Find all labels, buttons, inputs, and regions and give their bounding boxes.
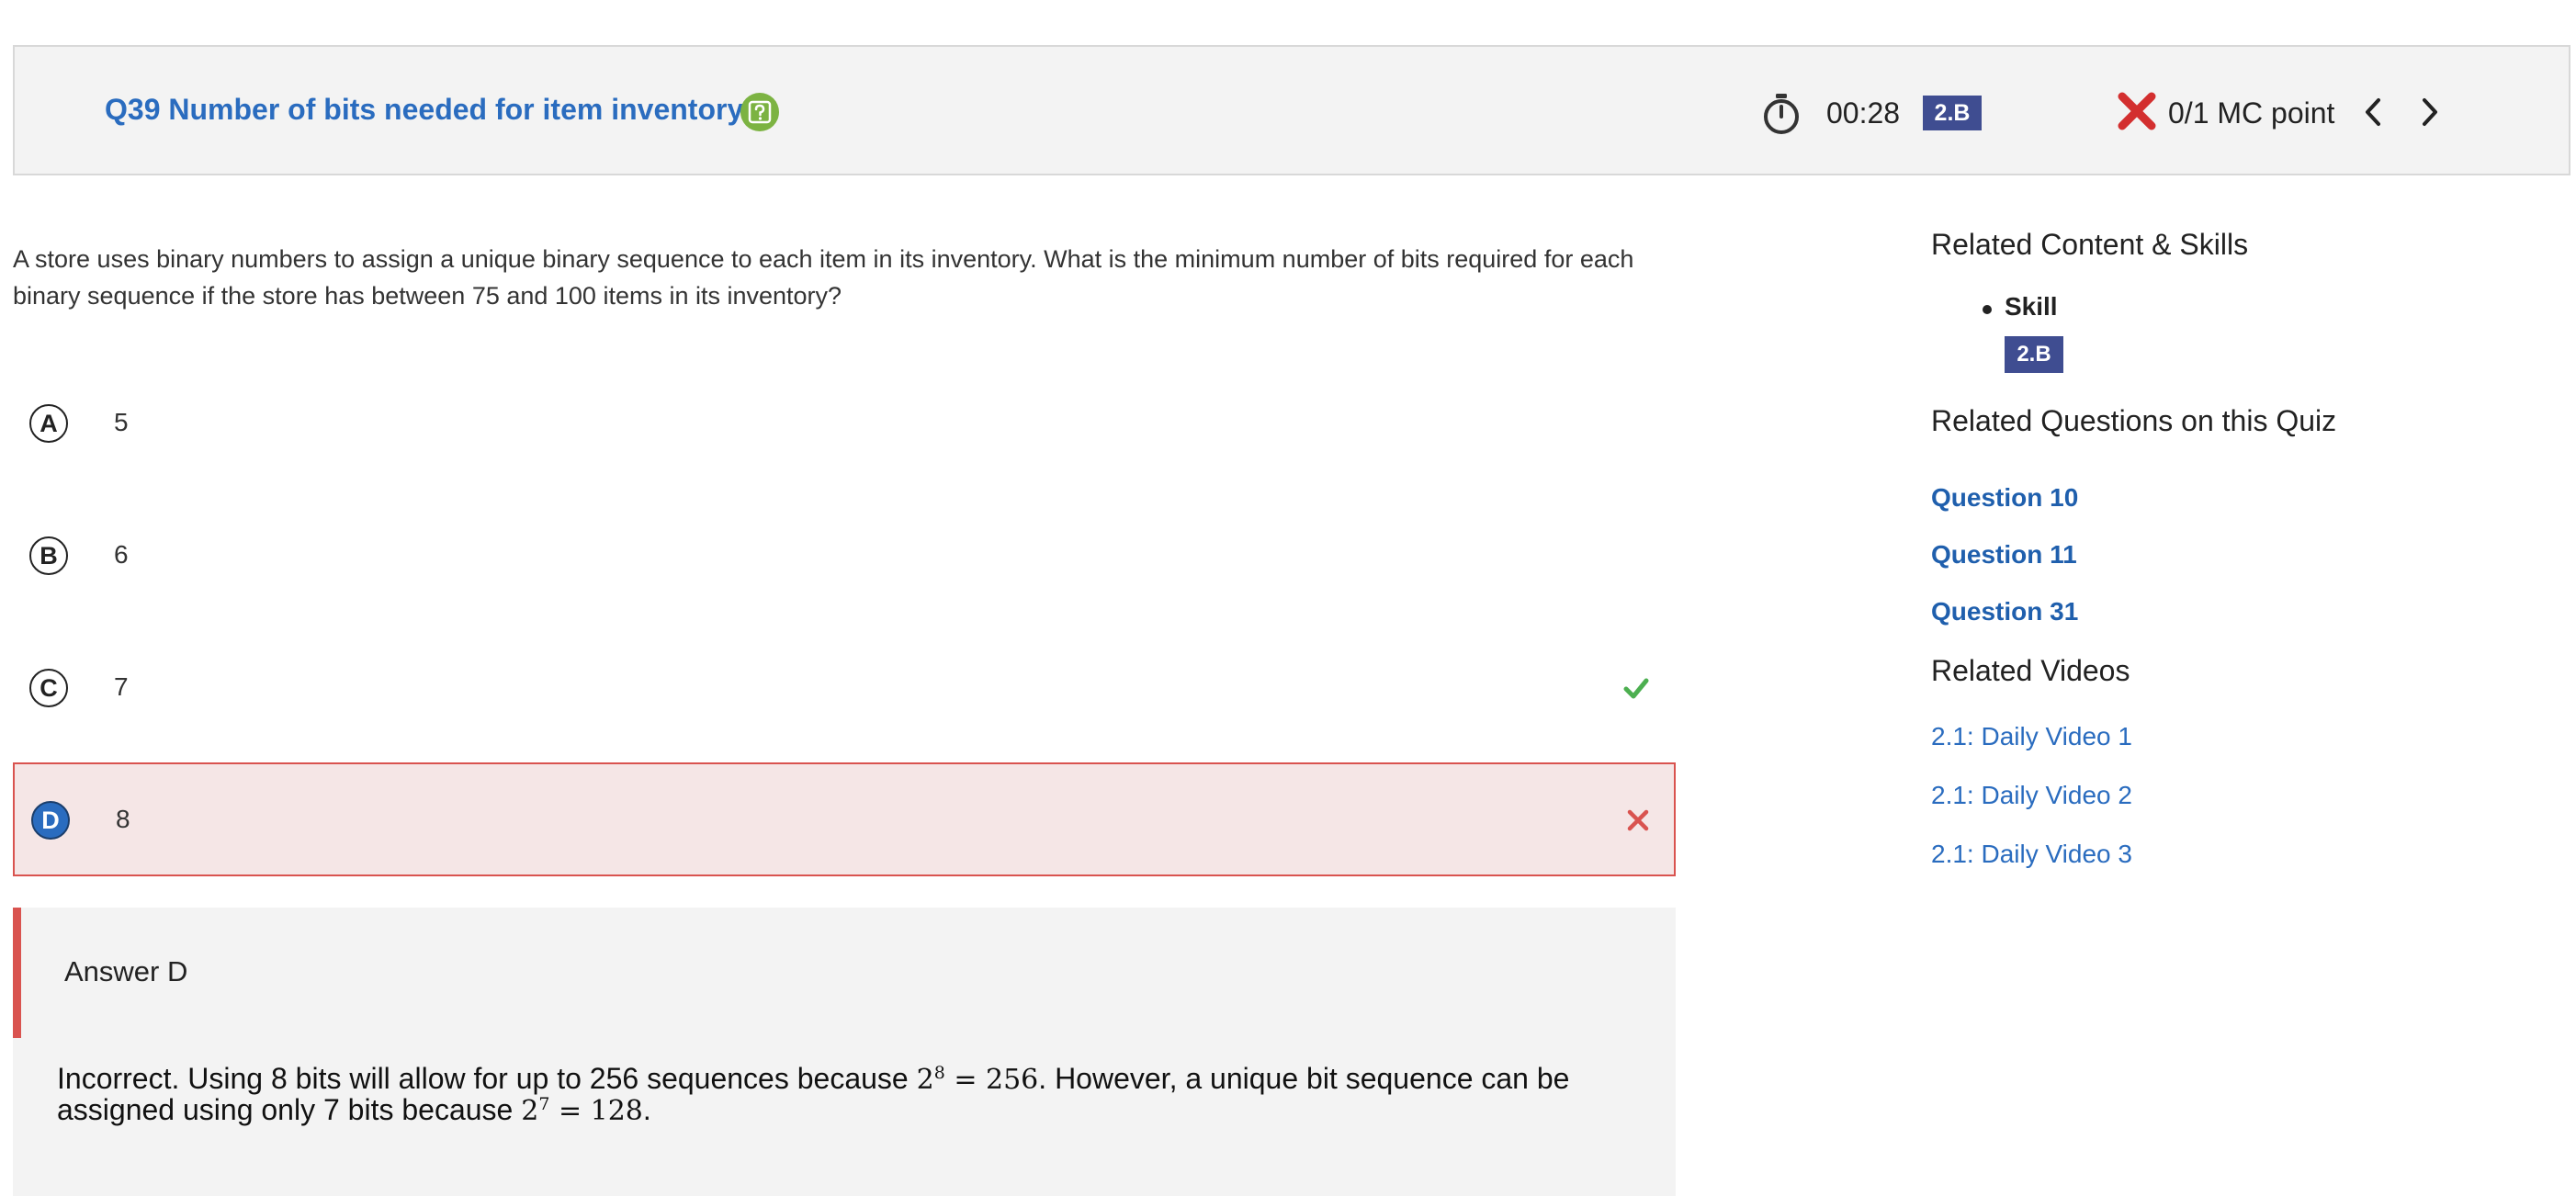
related-questions-heading: Related Questions on this Quiz	[1931, 404, 2337, 437]
help-question-icon[interactable]	[740, 93, 779, 131]
related-question-link[interactable]: Question 10	[1931, 483, 2078, 513]
question-title[interactable]: Q39 Number of bits needed for item inven…	[105, 93, 743, 127]
option-text-c: 7	[114, 672, 129, 701]
option-letter-a: A	[29, 404, 68, 443]
related-videos-heading: Related Videos	[1931, 654, 2130, 687]
related-video-link[interactable]: 2.1: Daily Video 2	[1931, 781, 2132, 810]
skill-badge: 2.B	[1923, 96, 1982, 130]
answer-explanation-text: Incorrect. Using 8 bits will allow for u…	[57, 1062, 1655, 1127]
chevron-left-icon[interactable]	[2357, 95, 2389, 130]
explanation-part-3: .	[642, 1093, 651, 1126]
question-header-bar: Q39 Number of bits needed for item inven…	[13, 45, 2570, 175]
answer-explanation-panel: Answer D Incorrect. Using 8 bits will al…	[13, 908, 1676, 1196]
question-stem: A store uses binary numbers to assign a …	[13, 245, 1634, 310]
stopwatch-icon	[1764, 94, 1799, 134]
skill-badge: 2.B	[2005, 336, 2063, 373]
option-letter-c: C	[29, 669, 68, 707]
timer-readout: 00:28	[1826, 96, 1901, 130]
math-expression-2: 27 = 128	[521, 1094, 643, 1127]
option-letter-d: D	[31, 801, 70, 840]
option-text-a: 5	[114, 408, 129, 436]
option-text-b: 6	[114, 540, 129, 569]
option-letter-b: B	[29, 536, 68, 575]
math-expression-1: 28 = 256	[916, 1063, 1039, 1096]
related-video-link[interactable]: 2.1: Daily Video 1	[1931, 722, 2132, 751]
explanation-part-1: Incorrect. Using 8 bits will allow for u…	[57, 1062, 917, 1095]
related-content-heading: Related Content & Skills	[1931, 228, 2249, 261]
bullet-dot	[1983, 305, 1992, 314]
correct-check-icon	[1623, 678, 1649, 699]
incorrect-x-icon	[1627, 809, 1649, 831]
answer-option-c[interactable]: C 7	[13, 632, 1676, 746]
incorrect-x-icon	[2118, 92, 2156, 130]
related-question-link[interactable]: Question 31	[1931, 597, 2078, 626]
score-label: 0/1 MC point	[2168, 96, 2335, 130]
answer-option-a[interactable]: A 5	[13, 367, 1676, 481]
skill-label: Skill	[2005, 292, 2058, 321]
answer-option-b[interactable]: B 6	[13, 500, 1676, 614]
related-question-link[interactable]: Question 11	[1931, 540, 2077, 570]
chevron-right-icon[interactable]	[2414, 95, 2446, 130]
answer-title: Answer D	[64, 955, 188, 987]
incorrect-accent-bar	[13, 908, 21, 1038]
related-video-link[interactable]: 2.1: Daily Video 3	[1931, 840, 2132, 869]
option-text-d: 8	[116, 805, 130, 833]
answer-option-d[interactable]: D 8	[13, 762, 1676, 876]
